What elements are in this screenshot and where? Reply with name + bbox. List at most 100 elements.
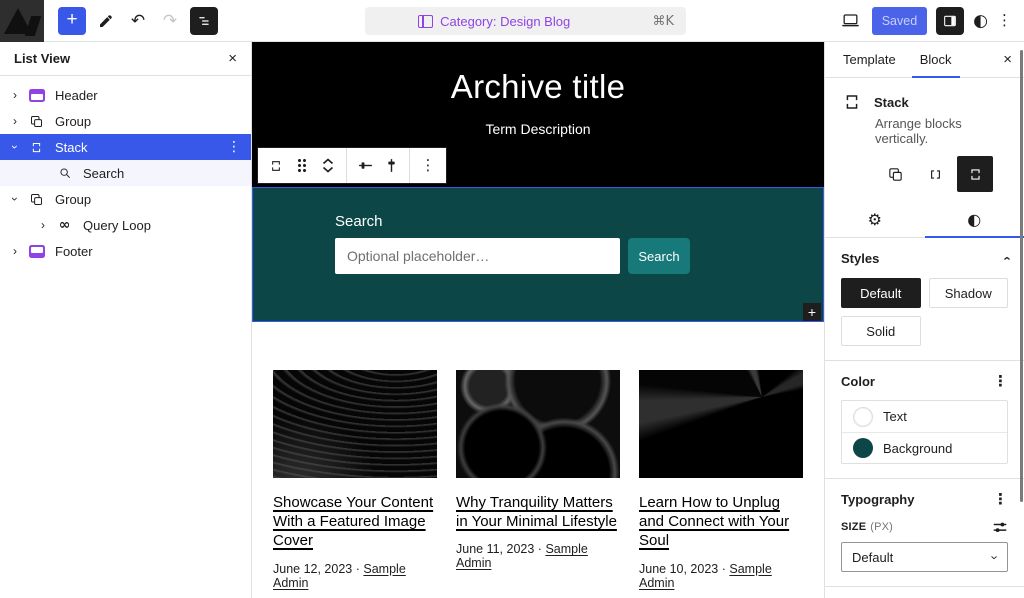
saved-button[interactable]: Saved bbox=[872, 7, 927, 35]
align-items-icon[interactable] bbox=[379, 152, 403, 180]
block-options-icon[interactable]: ⋮ bbox=[416, 152, 440, 180]
post-date: June 11, 2023 bbox=[456, 542, 534, 556]
styles-contrast-icon[interactable]: ◐ bbox=[973, 11, 988, 31]
dimensions-section: Dimensions ⋮ PADDING BOTTOM bbox=[825, 587, 1024, 598]
collapse-chevron-icon[interactable]: › bbox=[998, 256, 1013, 260]
close-sidebar-icon[interactable]: × bbox=[1003, 51, 1012, 68]
chevron-right-icon[interactable]: › bbox=[10, 244, 20, 258]
term-description[interactable]: Term Description bbox=[252, 121, 824, 137]
tab-styles-contrast[interactable]: ◐ bbox=[925, 202, 1024, 237]
editor-canvas: Archive title Term Description bbox=[252, 42, 824, 598]
tree-item-group[interactable]: › Group bbox=[0, 108, 251, 134]
post-meta: June 11, 2023 · Sample Admin bbox=[456, 542, 620, 570]
select-chevron-icon: › bbox=[987, 555, 1002, 559]
font-size-select[interactable]: Default › bbox=[841, 542, 1008, 572]
tab-settings-gear[interactable]: ⚙ bbox=[825, 202, 925, 237]
typography-options-icon[interactable]: ⋮ bbox=[993, 492, 1008, 507]
variation-row-button[interactable] bbox=[917, 156, 953, 192]
header-template-part-icon bbox=[28, 89, 45, 102]
close-list-view-icon[interactable]: × bbox=[228, 50, 237, 67]
archive-title[interactable]: Archive title bbox=[252, 42, 824, 106]
tree-item-search[interactable]: › Search bbox=[0, 160, 251, 186]
block-tree: › Header › Group › Stack ⋮ › bbox=[0, 76, 251, 264]
background-color-swatch bbox=[853, 438, 873, 458]
template-icon bbox=[418, 15, 433, 28]
background-color-row[interactable]: Background bbox=[842, 432, 1007, 463]
list-view-panel: List View × › Header › Group › bbox=[0, 42, 252, 598]
tree-item-query-loop[interactable]: › ∞ Query Loop bbox=[0, 212, 251, 238]
post-date: June 10, 2023 bbox=[639, 562, 718, 576]
options-menu-button[interactable]: ⋮ bbox=[997, 13, 1012, 28]
typography-heading: Typography bbox=[841, 492, 914, 507]
chevron-down-icon[interactable]: › bbox=[8, 194, 22, 204]
text-color-row[interactable]: Text bbox=[842, 401, 1007, 432]
stack-icon bbox=[28, 140, 45, 155]
search-icon bbox=[56, 166, 73, 180]
tree-item-footer[interactable]: › Footer bbox=[0, 238, 251, 264]
move-up-down-buttons[interactable] bbox=[316, 152, 340, 180]
tab-template[interactable]: Template bbox=[831, 42, 908, 77]
redo-button[interactable]: ↷ bbox=[158, 7, 182, 35]
post-card: Showcase Your Content With a Featured Im… bbox=[273, 370, 437, 590]
post-title-link[interactable]: Showcase Your Content With a Featured Im… bbox=[273, 493, 437, 551]
sidebar-scrollbar[interactable] bbox=[1020, 50, 1023, 502]
tree-item-group-2[interactable]: › Group bbox=[0, 186, 251, 212]
tree-item-header[interactable]: › Header bbox=[0, 82, 251, 108]
group-icon bbox=[28, 192, 45, 207]
styles-section: Styles › Default Shadow Solid bbox=[825, 238, 1024, 361]
justify-items-icon[interactable] bbox=[353, 152, 377, 180]
color-section: Color ⋮ Text Background bbox=[825, 361, 1024, 479]
item-options-icon[interactable]: ⋮ bbox=[227, 139, 241, 155]
query-loop-posts: Showcase Your Content With a Featured Im… bbox=[273, 370, 803, 590]
chevron-right-icon[interactable]: › bbox=[10, 114, 20, 128]
block-inserter-button[interactable]: + bbox=[58, 7, 86, 35]
settings-sidebar-toggle-button[interactable] bbox=[936, 7, 964, 35]
settings-sidebar: Template Block × Stack Arrange blocks ve… bbox=[824, 42, 1024, 598]
variation-group-button[interactable] bbox=[877, 156, 913, 192]
command-center-button[interactable]: Category: Design Blog ⌘K bbox=[365, 7, 686, 35]
chevron-right-icon[interactable]: › bbox=[10, 88, 20, 102]
search-input[interactable] bbox=[335, 238, 620, 274]
tree-item-stack-selected[interactable]: › Stack ⋮ bbox=[0, 134, 251, 160]
contrast-icon: ◐ bbox=[967, 210, 981, 229]
post-featured-image[interactable] bbox=[456, 370, 620, 478]
preview-device-button[interactable] bbox=[839, 7, 863, 35]
post-featured-image[interactable] bbox=[273, 370, 437, 478]
post-title-link[interactable]: Learn How to Unplug and Connect with You… bbox=[639, 493, 803, 551]
post-meta: June 12, 2023 · Sample Admin bbox=[273, 562, 437, 590]
tab-block[interactable]: Block bbox=[908, 42, 964, 77]
stack-block-icon-button[interactable] bbox=[264, 152, 288, 180]
color-options-icon[interactable]: ⋮ bbox=[993, 374, 1008, 389]
list-view-title: List View bbox=[14, 51, 70, 66]
post-meta: June 10, 2023 · Sample Admin bbox=[639, 562, 803, 590]
search-submit-button[interactable]: Search bbox=[628, 238, 690, 274]
edit-mode-pencil-icon[interactable] bbox=[94, 7, 118, 35]
gear-icon: ⚙ bbox=[868, 210, 882, 229]
variation-stack-button[interactable] bbox=[957, 156, 993, 192]
style-default-button[interactable]: Default bbox=[841, 278, 921, 308]
post-date: June 12, 2023 bbox=[273, 562, 352, 576]
post-card: Why Tranquility Matters in Your Minimal … bbox=[456, 370, 620, 590]
group-icon bbox=[28, 114, 45, 129]
site-logo[interactable] bbox=[0, 0, 44, 42]
color-heading: Color bbox=[841, 374, 875, 389]
chevron-right-icon[interactable]: › bbox=[38, 218, 48, 232]
search-label[interactable]: Search bbox=[335, 213, 823, 230]
post-title-link[interactable]: Why Tranquility Matters in Your Minimal … bbox=[456, 493, 620, 531]
style-solid-button[interactable]: Solid bbox=[841, 316, 921, 346]
block-appender-button[interactable]: + bbox=[803, 303, 821, 321]
block-name: Stack bbox=[874, 95, 909, 110]
document-title: Category: Design Blog bbox=[440, 14, 570, 29]
top-bar: + ↶ ↷ Category: Design Blog ⌘K Saved ◐ ⋮ bbox=[0, 0, 1024, 42]
drag-handle[interactable] bbox=[290, 152, 314, 180]
size-settings-icon[interactable] bbox=[992, 520, 1008, 534]
footer-template-part-icon bbox=[28, 245, 45, 258]
chevron-down-icon[interactable]: › bbox=[8, 142, 22, 152]
typography-section: Typography ⋮ SIZE (PX) Default › bbox=[825, 479, 1024, 587]
undo-button[interactable]: ↶ bbox=[126, 7, 150, 35]
style-shadow-button[interactable]: Shadow bbox=[929, 278, 1009, 308]
list-view-toggle-button[interactable] bbox=[190, 7, 218, 35]
selected-stack-block[interactable]: Search Search + bbox=[252, 187, 824, 322]
post-featured-image[interactable] bbox=[639, 370, 803, 478]
block-card: Stack Arrange blocks vertically. bbox=[825, 78, 1024, 192]
